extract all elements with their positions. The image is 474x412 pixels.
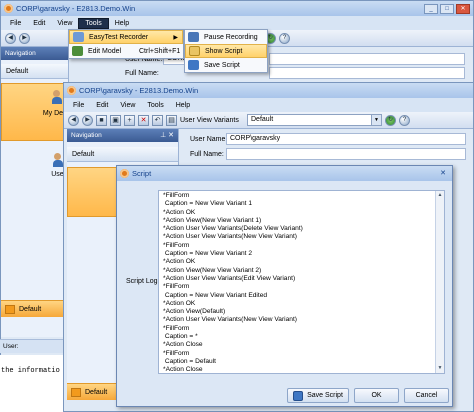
script-icon xyxy=(189,46,200,56)
second-window-title: CORP\garavsky - E2813.Demo.Win xyxy=(79,86,199,95)
main-menu-bar: File Edit View Tools Help xyxy=(1,16,473,30)
main-navigation-header: Navigation xyxy=(1,47,68,60)
help-icon[interactable]: ? xyxy=(279,32,290,44)
forward-icon[interactable]: ▶ xyxy=(19,32,30,44)
refresh-icon[interactable]: ↻ xyxy=(385,114,396,126)
maximize-button[interactable]: □ xyxy=(440,3,454,14)
menu-file[interactable]: File xyxy=(4,19,27,28)
menu-view[interactable]: View xyxy=(114,101,141,110)
view-variant-select[interactable]: Default ▼ xyxy=(247,114,382,126)
menu-help[interactable]: Help xyxy=(170,101,196,110)
menu-view[interactable]: View xyxy=(51,19,78,28)
script-dialog-title: Script xyxy=(132,169,152,178)
nav-item-user[interactable]: User xyxy=(1,141,68,201)
app-icon xyxy=(67,86,76,95)
cancel-button[interactable]: Cancel xyxy=(404,388,449,403)
easytest-submenu: Pause Recording Show Script Save Script xyxy=(184,29,268,73)
script-log-scrollbar[interactable]: ▲ ▼ xyxy=(435,191,444,373)
script-log-text: *FillForm Caption = New View Variant 1 *… xyxy=(163,192,303,374)
menu-edit[interactable]: Edit xyxy=(90,101,114,110)
undo-icon[interactable]: ↶ xyxy=(152,114,163,126)
ok-button[interactable]: OK xyxy=(354,388,399,403)
save-script-icon xyxy=(188,60,199,70)
script-log-label: Script Log: xyxy=(126,278,160,285)
folder-icon xyxy=(71,387,81,397)
pin-icon[interactable]: ⊥ ✕ xyxy=(160,129,178,142)
recorder-icon xyxy=(73,32,84,42)
second-title-bar: CORP\garavsky - E2813.Demo.Win xyxy=(64,83,473,98)
console-output: the informatio xyxy=(0,355,63,412)
menu-tools[interactable]: Tools xyxy=(141,101,169,110)
second-toolbar: ◀ ▶ ■ ▣ + ✕ ↶ ▤ User View Variants Defau… xyxy=(64,112,473,129)
help-icon[interactable]: ? xyxy=(399,114,410,126)
back-icon[interactable]: ◀ xyxy=(5,32,16,44)
save-script-button[interactable]: Save Script xyxy=(287,388,349,403)
main-navigation-panel: Navigation Default My Det User xyxy=(1,47,69,337)
second-full-name-label: Full Name: xyxy=(190,151,224,158)
main-window-title: CORP\garavsky - E2813.Demo.Win xyxy=(16,4,136,13)
script-log-textarea[interactable]: *FillForm Caption = New View Variant 1 *… xyxy=(158,190,445,374)
save-icon xyxy=(293,390,304,401)
pause-icon xyxy=(188,32,199,42)
user-icon xyxy=(52,90,62,104)
main-user-name-field-ext[interactable] xyxy=(269,53,465,65)
user-icon xyxy=(53,153,63,167)
model-icon xyxy=(72,46,83,56)
close-button[interactable]: ✕ xyxy=(456,3,470,14)
forward-icon[interactable]: ▶ xyxy=(82,114,93,126)
scroll-up-icon[interactable]: ▲ xyxy=(436,191,444,200)
menu-item-edit-model[interactable]: Edit Model Ctrl+Shift+F1 xyxy=(69,44,183,58)
save-icon[interactable]: ■ xyxy=(96,114,107,126)
script-dialog-title-bar: Script ✕ xyxy=(117,166,452,181)
menu-tools[interactable]: Tools xyxy=(78,17,109,29)
main-full-name-label: Full Name: xyxy=(125,70,159,77)
delete-icon[interactable]: ✕ xyxy=(138,114,149,126)
menu-edit[interactable]: Edit xyxy=(27,19,51,28)
user-view-variants-button[interactable]: User View Variants xyxy=(180,117,244,124)
app-icon xyxy=(4,4,13,13)
tools-menu: EasyTest Recorder ▶ Edit Model Ctrl+Shif… xyxy=(68,29,184,59)
menu-item-easytest-recorder[interactable]: EasyTest Recorder ▶ xyxy=(69,30,183,44)
main-full-name-field[interactable] xyxy=(269,67,465,79)
status-bar: User: CORP\garavsky xyxy=(0,339,63,363)
menu-item-save-script[interactable]: Save Script xyxy=(185,58,267,72)
main-nav-group-default[interactable]: Default xyxy=(1,64,68,79)
nav-item-my-details[interactable]: My Det xyxy=(1,83,68,141)
second-menu-bar: File Edit View Tools Help xyxy=(64,98,473,112)
menu-help[interactable]: Help xyxy=(109,19,135,28)
script-dialog: Script ✕ Script Log: *FillForm Caption =… xyxy=(116,165,453,407)
view-variants-icon[interactable]: ▤ xyxy=(166,114,177,126)
second-navigation-header: Navigation ⊥ ✕ xyxy=(67,129,178,142)
second-user-name-field[interactable]: CORP\garavsky xyxy=(226,133,466,145)
main-nav-footer-default[interactable]: Default xyxy=(1,300,64,317)
new-icon[interactable]: + xyxy=(124,114,135,126)
second-full-name-field[interactable] xyxy=(226,148,466,160)
dialog-close-icon[interactable]: ✕ xyxy=(437,169,449,179)
folder-icon xyxy=(5,304,15,314)
main-title-bar: CORP\garavsky - E2813.Demo.Win _ □ ✕ xyxy=(1,1,473,16)
second-nav-group-default[interactable]: Default xyxy=(67,147,178,162)
menu-file[interactable]: File xyxy=(67,101,90,110)
submenu-arrow-icon: ▶ xyxy=(173,34,178,41)
save-and-close-icon[interactable]: ▣ xyxy=(110,114,121,126)
scroll-down-icon[interactable]: ▼ xyxy=(436,364,444,373)
menu-item-show-script[interactable]: Show Script xyxy=(185,44,267,58)
back-icon[interactable]: ◀ xyxy=(68,114,79,126)
second-user-name-label: User Name: xyxy=(190,136,228,143)
minimize-button[interactable]: _ xyxy=(424,3,438,14)
app-icon xyxy=(120,169,129,178)
menu-item-pause-recording[interactable]: Pause Recording xyxy=(185,30,267,44)
